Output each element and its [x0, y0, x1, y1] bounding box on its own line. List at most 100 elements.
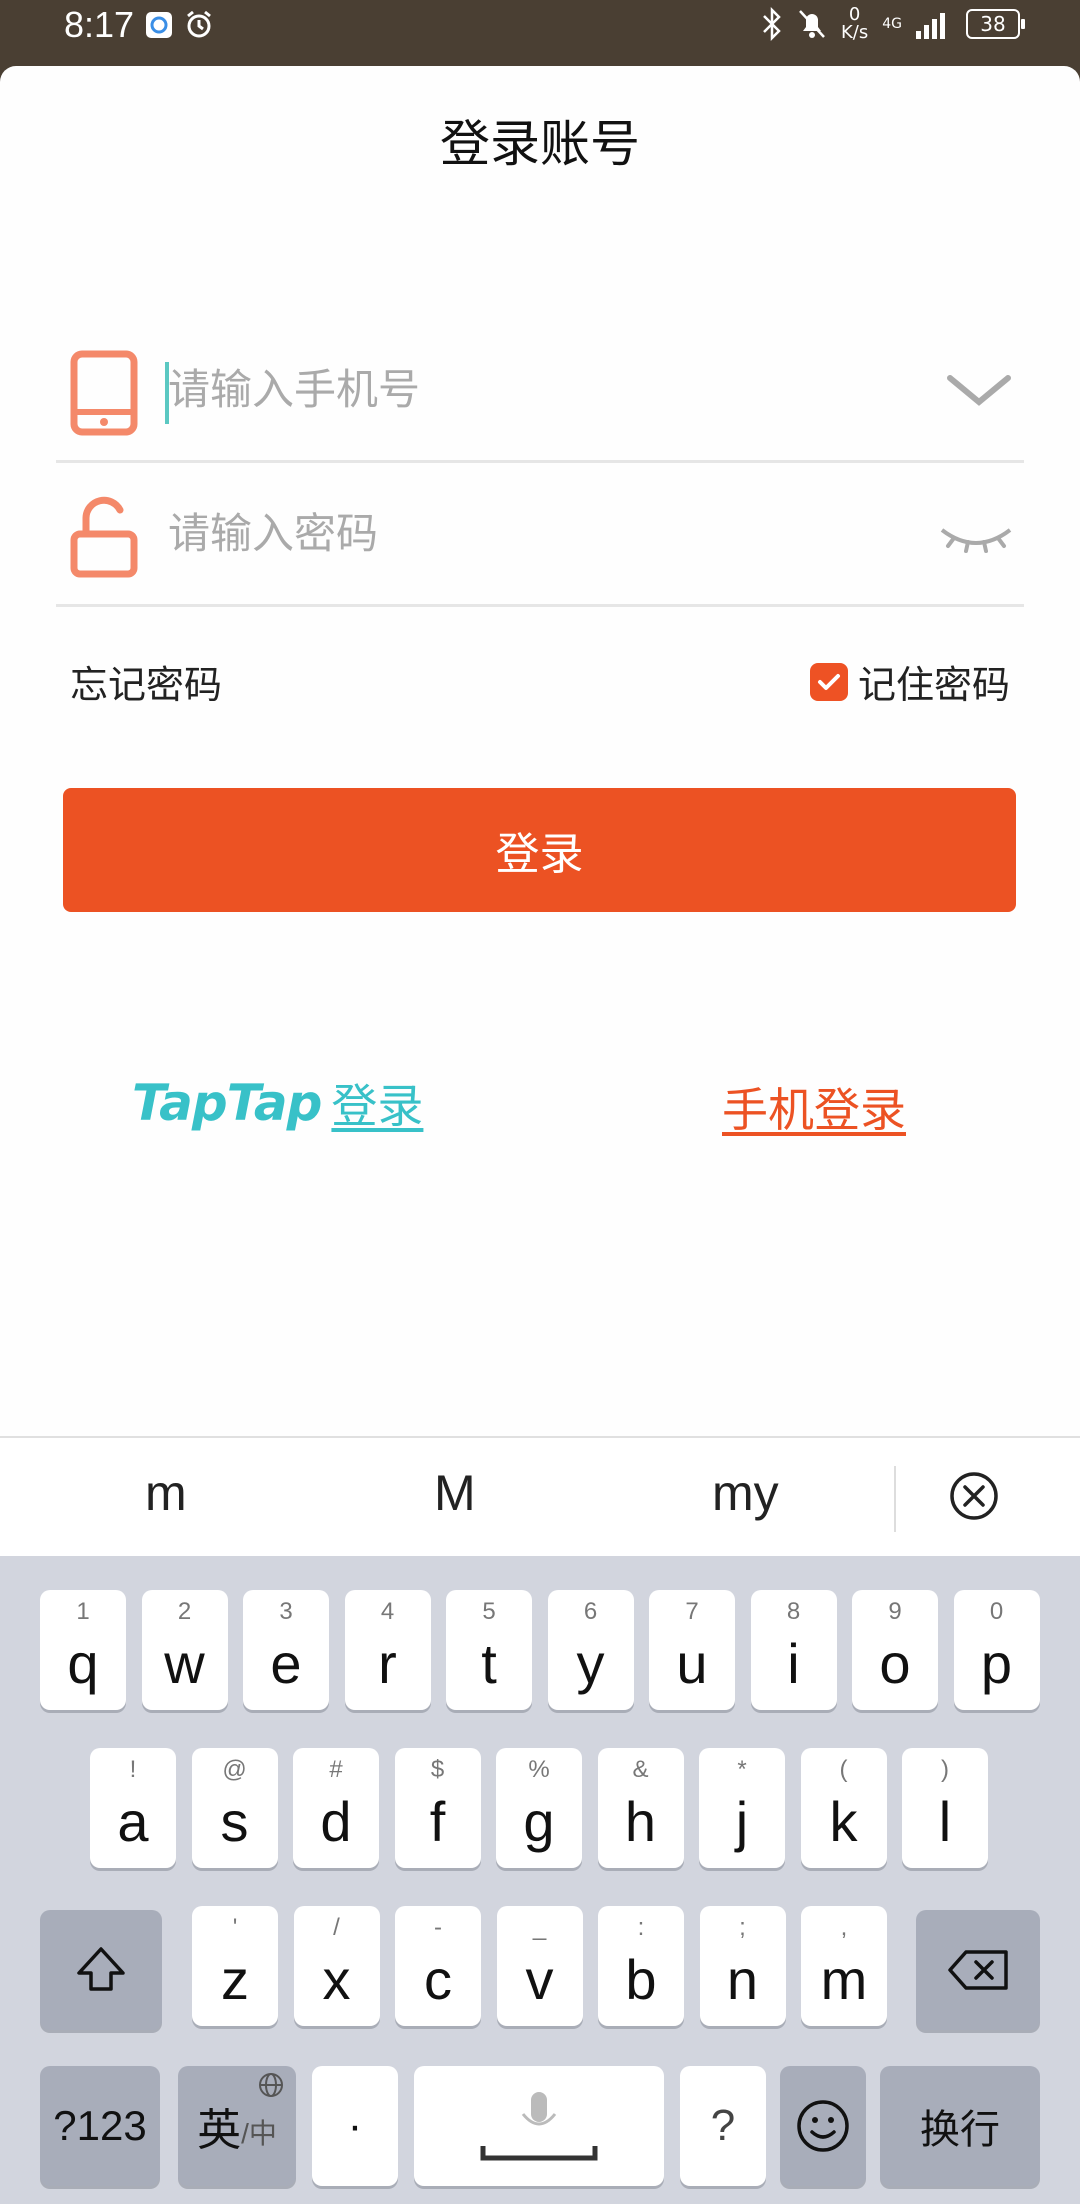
bluetooth-icon — [763, 7, 781, 41]
alarm-icon — [187, 10, 211, 38]
key-p[interactable]: 0p — [953, 1590, 1040, 1710]
key-u[interactable]: 7u — [649, 1590, 735, 1710]
key-secondary-label: 4 — [380, 1598, 395, 1625]
battery-icon: 38 — [966, 9, 1025, 39]
password-field[interactable] — [56, 464, 1024, 607]
key-secondary-label: 3 — [279, 1598, 293, 1625]
question-key[interactable]: ? — [680, 2066, 766, 2186]
remember-label: 记住密码 — [857, 663, 1010, 707]
key-l[interactable]: ) l — [902, 1748, 988, 1868]
key-primary-label: s — [220, 1790, 249, 1853]
phone-icon — [70, 350, 138, 436]
key-primary-label: v — [525, 1948, 554, 2011]
chevron-down-icon[interactable] — [944, 360, 1014, 420]
key-secondary-label: ) — [941, 1756, 949, 1783]
remember-checkbox[interactable] — [809, 662, 848, 701]
key-b[interactable]: :b — [598, 1906, 684, 2026]
login-options: 忘记密码 记住密码 — [70, 648, 1010, 708]
key-secondary-label: 5 — [482, 1598, 496, 1625]
key-k[interactable]: (k — [800, 1748, 887, 1868]
space-key[interactable] — [414, 2066, 664, 2186]
key-x[interactable]: / x — [293, 1906, 380, 2026]
key-s[interactable]: @ s — [191, 1748, 278, 1868]
key-e[interactable]: 3e — [243, 1590, 329, 1710]
shift-icon — [77, 1947, 125, 1991]
key-secondary-label: ! — [129, 1756, 137, 1783]
key-i[interactable]: 8i — [750, 1590, 837, 1710]
key-primary-label: e — [270, 1632, 302, 1695]
login-button[interactable]: 登录 — [63, 788, 1016, 912]
key-primary-label: x — [322, 1948, 351, 2011]
key-primary-label: u — [676, 1632, 708, 1695]
key-primary-label: m — [820, 1948, 868, 2011]
key-secondary-label: @ — [222, 1756, 247, 1783]
key-secondary-label: # — [329, 1756, 343, 1783]
taptap-login-link[interactable]: TapTap 登录 — [132, 1070, 423, 1136]
key-primary-label: h — [624, 1790, 657, 1853]
language-switch-key[interactable]: 英 /中 — [178, 2066, 296, 2186]
dot-key[interactable]: · — [312, 2066, 398, 2186]
suggestion-1[interactable]: m — [145, 1464, 187, 1522]
close-suggestions-icon[interactable] — [946, 1468, 1002, 1524]
suggestion-divider — [894, 1466, 896, 1532]
phone-field[interactable] — [56, 320, 1024, 463]
key-secondary-label: 1 — [76, 1598, 90, 1625]
microphone-icon — [480, 2092, 598, 2161]
key-a[interactable]: ! a — [90, 1748, 176, 1868]
key-m[interactable]: ,m — [801, 1906, 887, 2026]
key-z[interactable]: ' z — [192, 1906, 278, 2026]
numbers-key[interactable]: ?123 — [40, 2066, 160, 2186]
emoji-key[interactable] — [780, 2066, 866, 2186]
key-j[interactable]: * j — [699, 1748, 785, 1868]
key-secondary-label: / — [333, 1914, 340, 1941]
taptap-logo: TapTap — [132, 1074, 322, 1132]
globe-icon — [259, 2073, 283, 2097]
key-f[interactable]: $ f — [394, 1748, 481, 1868]
backspace-key[interactable] — [916, 1910, 1040, 2030]
phone-input[interactable] — [166, 358, 890, 420]
key-c[interactable]: -c — [395, 1906, 481, 2026]
key-r[interactable]: 4r — [344, 1590, 431, 1710]
key-primary-label: k — [829, 1790, 858, 1853]
key-g[interactable]: % g — [496, 1748, 582, 1868]
phone-login-link[interactable]: 手机登录 — [722, 1074, 906, 1140]
key-secondary-label: ; — [739, 1914, 746, 1941]
remember-password-toggle[interactable]: 记住密码 — [809, 654, 1010, 709]
eye-closed-icon[interactable] — [938, 504, 1014, 564]
enter-key[interactable]: 换行 — [880, 2066, 1040, 2186]
key-secondary-label: ' — [232, 1914, 238, 1941]
password-input[interactable] — [166, 502, 890, 564]
signal-type: 4G — [882, 16, 902, 32]
key-h[interactable]: & h — [597, 1748, 684, 1868]
key-d[interactable]: # d — [293, 1748, 379, 1868]
status-bar: 8:17 0 K/s 4G 38 — [0, 0, 1080, 64]
key-primary-label: d — [320, 1790, 352, 1853]
key-primary-label: f — [429, 1790, 446, 1853]
forgot-password-link[interactable]: 忘记密码 — [70, 654, 222, 709]
suggestion-3[interactable]: my — [712, 1464, 779, 1522]
key-primary-label: y — [576, 1632, 605, 1695]
key-primary-label: a — [117, 1790, 149, 1853]
status-right-icons: 0 K/s 4G 38 — [761, 6, 1025, 42]
key-secondary-label: & — [632, 1756, 649, 1783]
key-o[interactable]: 9o — [852, 1590, 938, 1710]
key-primary-label: j — [735, 1790, 749, 1853]
key-n[interactable]: ; n — [699, 1906, 786, 2026]
key-primary-label: b — [625, 1948, 657, 2011]
key-primary-label: p — [980, 1632, 1013, 1695]
key-y[interactable]: 6y — [547, 1590, 634, 1710]
key-v[interactable]: _ v — [496, 1906, 583, 2026]
key-secondary-label: 6 — [583, 1598, 598, 1625]
message-icon — [146, 12, 172, 38]
status-time: 8:17 — [64, 4, 135, 45]
key-t[interactable]: 5t — [446, 1590, 532, 1710]
key-secondary-label: 9 — [888, 1598, 902, 1625]
key-secondary-label: - — [434, 1914, 442, 1941]
key-primary-label: z — [221, 1948, 249, 2011]
shift-key[interactable] — [40, 1910, 162, 2030]
key-secondary-label: 7 — [685, 1598, 699, 1625]
key-w[interactable]: 2w — [141, 1590, 228, 1710]
key-q[interactable]: 1q — [40, 1590, 126, 1710]
suggestion-2[interactable]: M — [434, 1464, 476, 1522]
keyboard-suggestion-bar: m M my — [0, 1436, 1080, 1558]
